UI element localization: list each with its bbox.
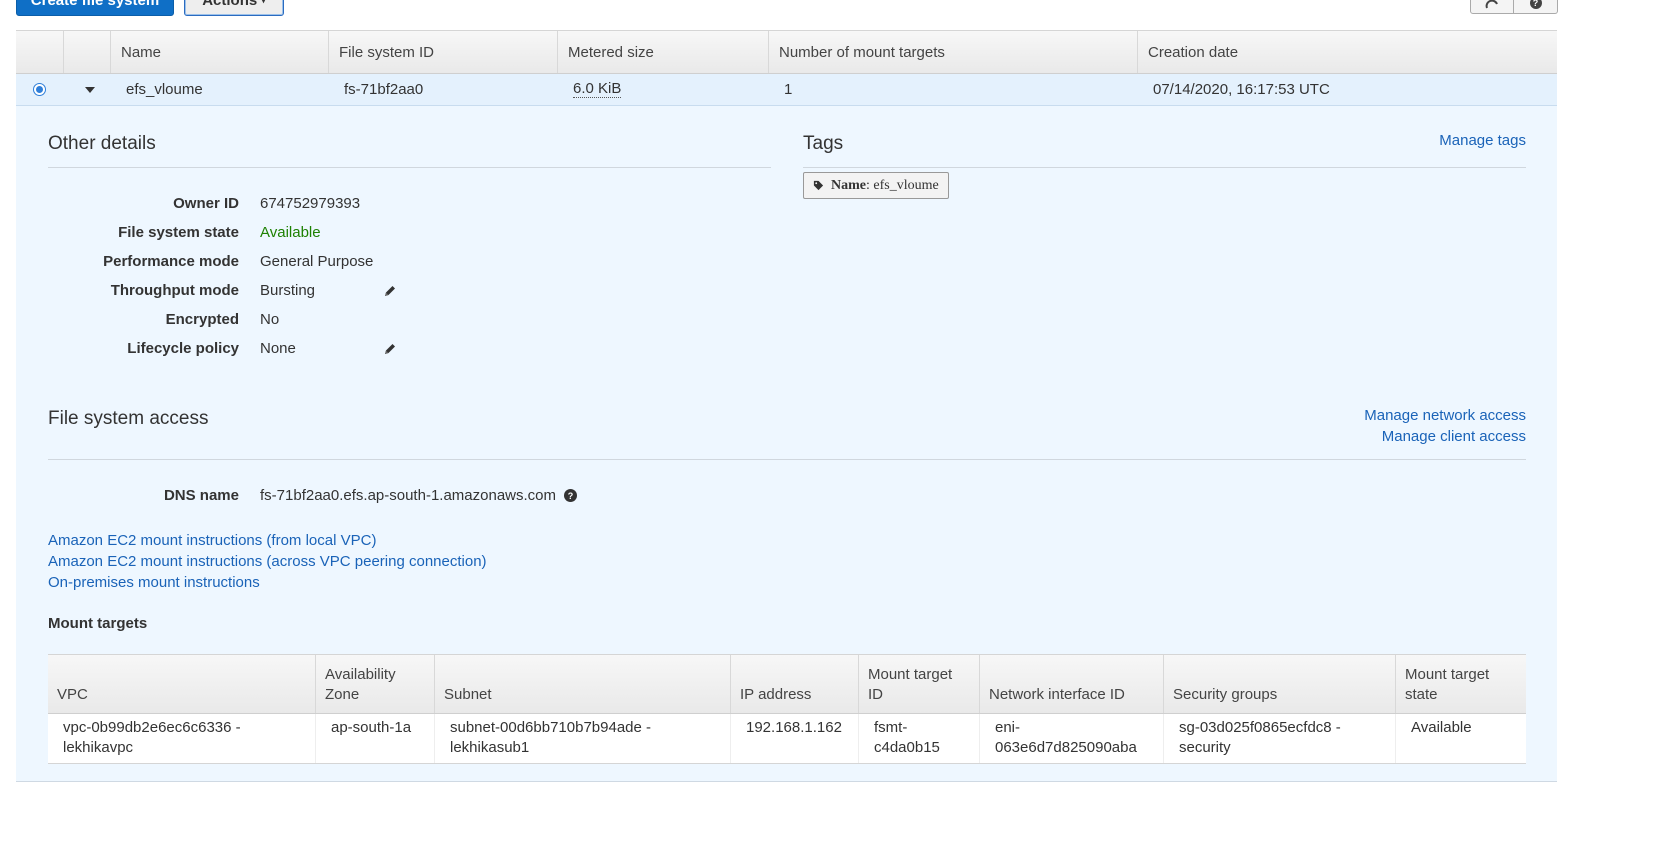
manage-network-access-link[interactable]: Manage network access (1364, 407, 1526, 424)
chevron-down-icon: ▾ (261, 0, 266, 5)
dns-help-icon[interactable]: ? (564, 489, 577, 502)
radio-selected-icon[interactable] (33, 83, 46, 96)
divider (48, 459, 1526, 460)
actions-dropdown-button[interactable]: Actions ▾ (184, 0, 284, 16)
row-creation-date: 07/14/2020, 16:17:53 UTC (1153, 81, 1330, 98)
mount-targets-table: VPC Availability Zone Subnet IP address M… (48, 654, 1526, 764)
col-vpc: VPC (57, 686, 88, 703)
row-select[interactable] (16, 74, 63, 105)
on-premises-mount-link[interactable]: On-premises mount instructions (48, 574, 260, 591)
caret-down-icon[interactable] (84, 86, 95, 93)
refresh-icon (1485, 0, 1498, 9)
mt-network-interface-id: eni- 063e6d7d825090aba (979, 714, 1163, 763)
table-row[interactable]: efs_vloume fs-71bf2aa0 6.0 KiB 1 07/14/2… (16, 74, 1557, 106)
help-icon: ? (1529, 0, 1542, 9)
col-subnet: Subnet (434, 655, 730, 713)
row-file-system-id: fs-71bf2aa0 (344, 81, 424, 98)
mt-availability-zone: ap-south-1a (315, 714, 434, 763)
edit-lifecycle-pencil-icon[interactable] (383, 342, 397, 356)
file-system-state-label: File system state (118, 224, 239, 241)
col-availability-zone: Availability Zone (315, 655, 434, 713)
col-ip-address: IP address (730, 655, 858, 713)
tag-chip: Name: efs_vloume (803, 172, 949, 199)
col-select (16, 31, 63, 73)
performance-mode-value: General Purpose (260, 253, 374, 270)
throughput-mode-value: Bursting (260, 282, 316, 299)
col-metered-size[interactable]: Metered size (557, 31, 768, 73)
file-systems-table: Name File system ID Metered size Number … (16, 30, 1557, 106)
mt-subnet: subnet-00d6bb710b7b94ade - lekhikasub1 (434, 714, 730, 763)
col-network-interface-id: Network interface ID (979, 655, 1163, 713)
row-mount-targets: 1 (784, 81, 793, 98)
mt-state: Available (1395, 714, 1526, 763)
table-row: vpc-0b99db2e6ec6c6336 - lekhikavpc ap-sou… (48, 714, 1526, 763)
actions-label: Actions (202, 0, 258, 9)
lifecycle-policy-label: Lifecycle policy (127, 340, 239, 357)
mt-security-groups: sg-03d025f0865ecfdc8 - security (1163, 714, 1395, 763)
tag-key: Name (831, 177, 866, 193)
divider (48, 167, 771, 168)
tag-value: efs_vloume (873, 177, 939, 193)
performance-mode-label: Performance mode (103, 253, 239, 270)
encrypted-value: No (260, 311, 280, 328)
file-system-access-title: File system access (48, 408, 209, 429)
manage-client-access-link[interactable]: Manage client access (1382, 428, 1526, 445)
tags-title: Tags (803, 133, 844, 154)
mount-targets-header: VPC Availability Zone Subnet IP address M… (48, 654, 1526, 714)
col-security-groups: Security groups (1163, 655, 1395, 713)
encrypted-label: Encrypted (165, 311, 239, 328)
owner-id-value: 674752979393 (260, 195, 361, 212)
row-metered-size[interactable]: 6.0 KiB (557, 74, 768, 105)
ec2-mount-vpc-peering-link[interactable]: Amazon EC2 mount instructions (across VP… (48, 553, 487, 570)
throughput-mode-label: Throughput mode (110, 282, 239, 299)
mt-mount-target-id: fsmt-c4da0b15 (858, 714, 979, 763)
other-details-title: Other details (48, 133, 156, 154)
table-header: Name File system ID Metered size Number … (16, 30, 1557, 74)
dns-name-value: fs-71bf2aa0.efs.ap-south-1.amazonaws.com (260, 487, 556, 504)
row-name: efs_vloume (126, 81, 203, 98)
mt-ip-address: 192.168.1.162 (730, 714, 858, 763)
row-expand[interactable] (63, 74, 110, 105)
divider (803, 167, 1526, 168)
tag-icon (813, 180, 824, 191)
lifecycle-policy-value: None (260, 340, 296, 357)
col-name[interactable]: Name (110, 31, 328, 73)
col-expand (63, 31, 110, 73)
mt-vpc: vpc-0b99db2e6ec6c6336 - lekhikavpc (63, 719, 241, 756)
help-button[interactable]: ? (1514, 0, 1558, 14)
owner-id-label: Owner ID (173, 195, 239, 212)
col-file-system-id[interactable]: File system ID (328, 31, 557, 73)
metered-size-value[interactable]: 6.0 KiB (573, 81, 622, 98)
tag-separator: : (866, 177, 870, 193)
col-mount-target-id: Mount target ID (858, 655, 979, 713)
toolbar-icon-group: ? (1470, 0, 1558, 14)
dns-name-label: DNS name (163, 487, 239, 504)
file-system-details-panel: Other details Owner ID 674752979393 File… (16, 106, 1557, 782)
file-system-state-value: Available (260, 224, 321, 241)
ec2-mount-local-vpc-link[interactable]: Amazon EC2 mount instructions (from loca… (48, 532, 376, 549)
col-mount-target-state: Mount target state (1395, 655, 1526, 713)
col-mount-targets[interactable]: Number of mount targets (768, 31, 1137, 73)
edit-throughput-pencil-icon[interactable] (383, 284, 397, 298)
create-file-system-button[interactable]: Create file system (16, 0, 174, 16)
refresh-button[interactable] (1470, 0, 1514, 14)
manage-tags-link[interactable]: Manage tags (1439, 132, 1526, 149)
mount-targets-title: Mount targets (48, 615, 148, 632)
col-creation-date[interactable]: Creation date (1137, 31, 1557, 73)
